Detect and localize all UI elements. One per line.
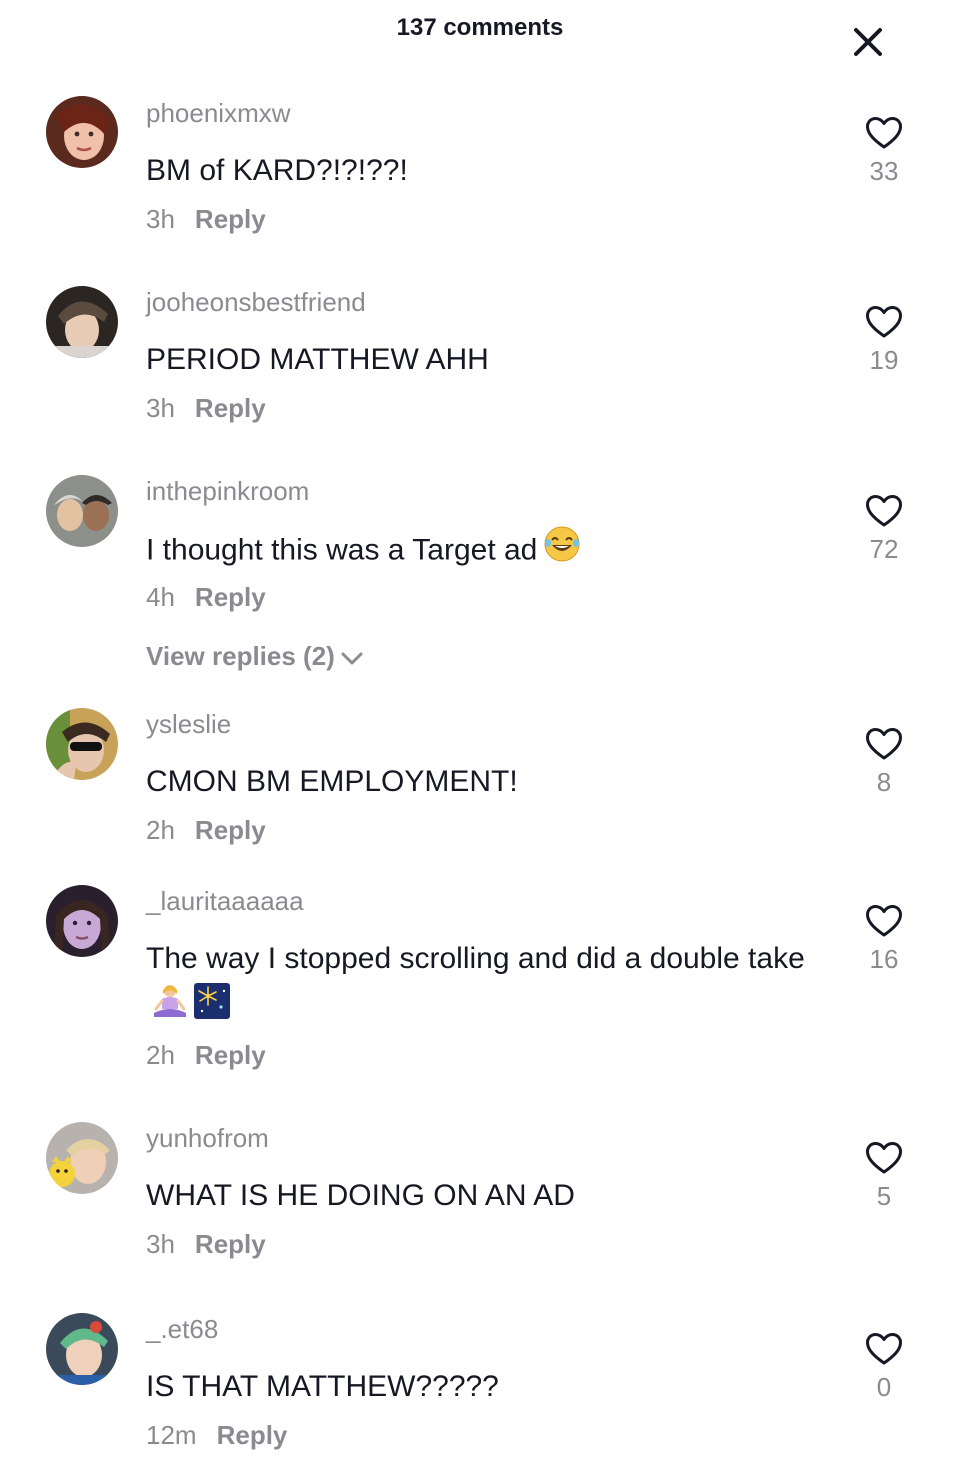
reply-button[interactable]: Reply — [195, 1040, 266, 1070]
comment-time: 4h — [146, 582, 175, 612]
close-icon — [854, 28, 882, 56]
heart-icon — [866, 306, 902, 338]
like-count: 5 — [876, 1181, 892, 1211]
like-count: 72 — [869, 534, 899, 564]
comment-text: PERIOD MATTHEW AHH — [146, 343, 489, 376]
like-count: 16 — [869, 944, 899, 974]
comment-text-content: The way I stopped scrolling and did a do… — [146, 942, 805, 975]
like-button[interactable]: 72 — [856, 494, 912, 565]
like-button[interactable]: 33 — [856, 116, 912, 187]
comment-username[interactable]: inthepinkroom — [146, 476, 309, 507]
reply-button[interactable]: Reply — [217, 1420, 288, 1450]
meditating-woman-emoji — [152, 983, 188, 1034]
comment-meta: 2h Reply — [146, 1040, 266, 1071]
comment-username[interactable]: phoenixmxw — [146, 98, 291, 129]
reply-button[interactable]: Reply — [195, 582, 266, 612]
avatar[interactable] — [46, 96, 118, 168]
comment-time: 12m — [146, 1420, 197, 1450]
comment-meta: 3h Reply — [146, 1229, 266, 1260]
reply-button[interactable]: Reply — [195, 393, 266, 423]
avatar[interactable] — [46, 286, 118, 358]
comment-time: 2h — [146, 815, 175, 845]
comment-text: I thought this was a Target ad — [146, 525, 826, 578]
fireworks-emoji — [194, 983, 230, 1034]
like-button[interactable]: 8 — [856, 727, 912, 798]
heart-icon — [866, 905, 902, 937]
comment-text: WHAT IS HE DOING ON AN AD — [146, 1179, 575, 1212]
comment-time: 2h — [146, 1040, 175, 1070]
like-button[interactable]: 5 — [856, 1141, 912, 1212]
heart-icon — [866, 1333, 902, 1365]
reply-button[interactable]: Reply — [195, 204, 266, 234]
reply-button[interactable]: Reply — [195, 1229, 266, 1259]
view-replies-label: View replies (2) — [146, 641, 335, 671]
heart-icon — [866, 728, 902, 760]
comment-username[interactable]: _lauritaaaaaa — [146, 886, 304, 917]
comment-meta: 4h Reply — [146, 582, 266, 613]
heart-icon — [866, 117, 902, 149]
comment-text: IS THAT MATTHEW????? — [146, 1370, 499, 1403]
avatar[interactable] — [46, 1313, 118, 1385]
comment-meta: 12m Reply — [146, 1420, 287, 1451]
comment-time: 3h — [146, 204, 175, 234]
laughing-emoji — [543, 525, 581, 578]
like-count: 33 — [869, 156, 899, 186]
like-button[interactable]: 16 — [856, 904, 912, 975]
close-button[interactable] — [848, 22, 888, 62]
avatar[interactable] — [46, 885, 118, 957]
heart-icon — [866, 1142, 902, 1174]
comment-meta: 2h Reply — [146, 815, 266, 846]
comment-meta: 3h Reply — [146, 393, 266, 424]
comment-text: CMON BM EMPLOYMENT! — [146, 765, 518, 798]
view-replies-button[interactable]: View replies (2) — [146, 641, 365, 672]
comment-text: BM of KARD?!?!??! — [146, 154, 408, 187]
comments-header: 137 comments — [0, 0, 960, 70]
comments-count-title: 137 comments — [396, 14, 564, 41]
comment-text: The way I stopped scrolling and did a do… — [146, 935, 826, 1034]
comment-time: 3h — [146, 1229, 175, 1259]
avatar[interactable] — [46, 475, 118, 547]
like-count: 0 — [876, 1372, 892, 1402]
chevron-down-icon — [341, 652, 363, 665]
comment-username[interactable]: _.et68 — [146, 1314, 218, 1345]
like-button[interactable]: 19 — [856, 305, 912, 376]
comment-username[interactable]: jooheonsbestfriend — [146, 287, 366, 318]
like-count: 19 — [869, 345, 899, 375]
comment-username[interactable]: yunhofrom — [146, 1123, 269, 1154]
heart-icon — [866, 495, 902, 527]
comment-time: 3h — [146, 393, 175, 423]
comment-text-content: I thought this was a Target ad — [146, 533, 538, 567]
avatar[interactable] — [46, 1122, 118, 1194]
avatar[interactable] — [46, 708, 118, 780]
like-count: 8 — [876, 767, 892, 797]
comment-meta: 3h Reply — [146, 204, 266, 235]
comment-username[interactable]: ysleslie — [146, 709, 231, 740]
like-button[interactable]: 0 — [856, 1332, 912, 1403]
reply-button[interactable]: Reply — [195, 815, 266, 845]
